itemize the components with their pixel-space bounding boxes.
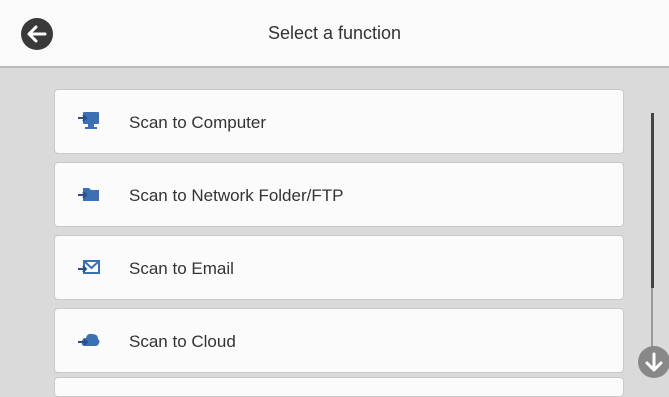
item-label: Scan to Email [129,259,234,278]
scan-to-computer-button[interactable]: Scan to Computer [54,89,624,154]
scan-to-cloud-button[interactable]: Scan to Cloud [54,308,624,373]
back-button[interactable] [21,18,53,50]
item-label: Scan to Network Folder/FTP [129,186,344,205]
back-arrow-icon [27,25,47,43]
arrow-down-icon [645,352,663,372]
cloud-icon [78,333,100,346]
list-item-partial[interactable] [54,377,624,397]
item-label: Scan to Cloud [129,332,236,351]
scrollbar-thumb[interactable] [651,113,654,288]
email-icon [78,260,100,274]
scroll-down-button[interactable] [638,346,669,378]
header-bar: Select a function [0,0,669,68]
folder-icon [78,188,99,201]
computer-icon [78,112,99,129]
page-title: Select a function [267,23,402,43]
scan-to-network-folder-ftp-button[interactable]: Scan to Network Folder/FTP [54,162,624,227]
scan-to-email-button[interactable]: Scan to Email [54,235,624,300]
item-label: Scan to Computer [129,113,267,132]
function-list: Scan to Computer Scan to Network Folder/… [0,68,669,397]
